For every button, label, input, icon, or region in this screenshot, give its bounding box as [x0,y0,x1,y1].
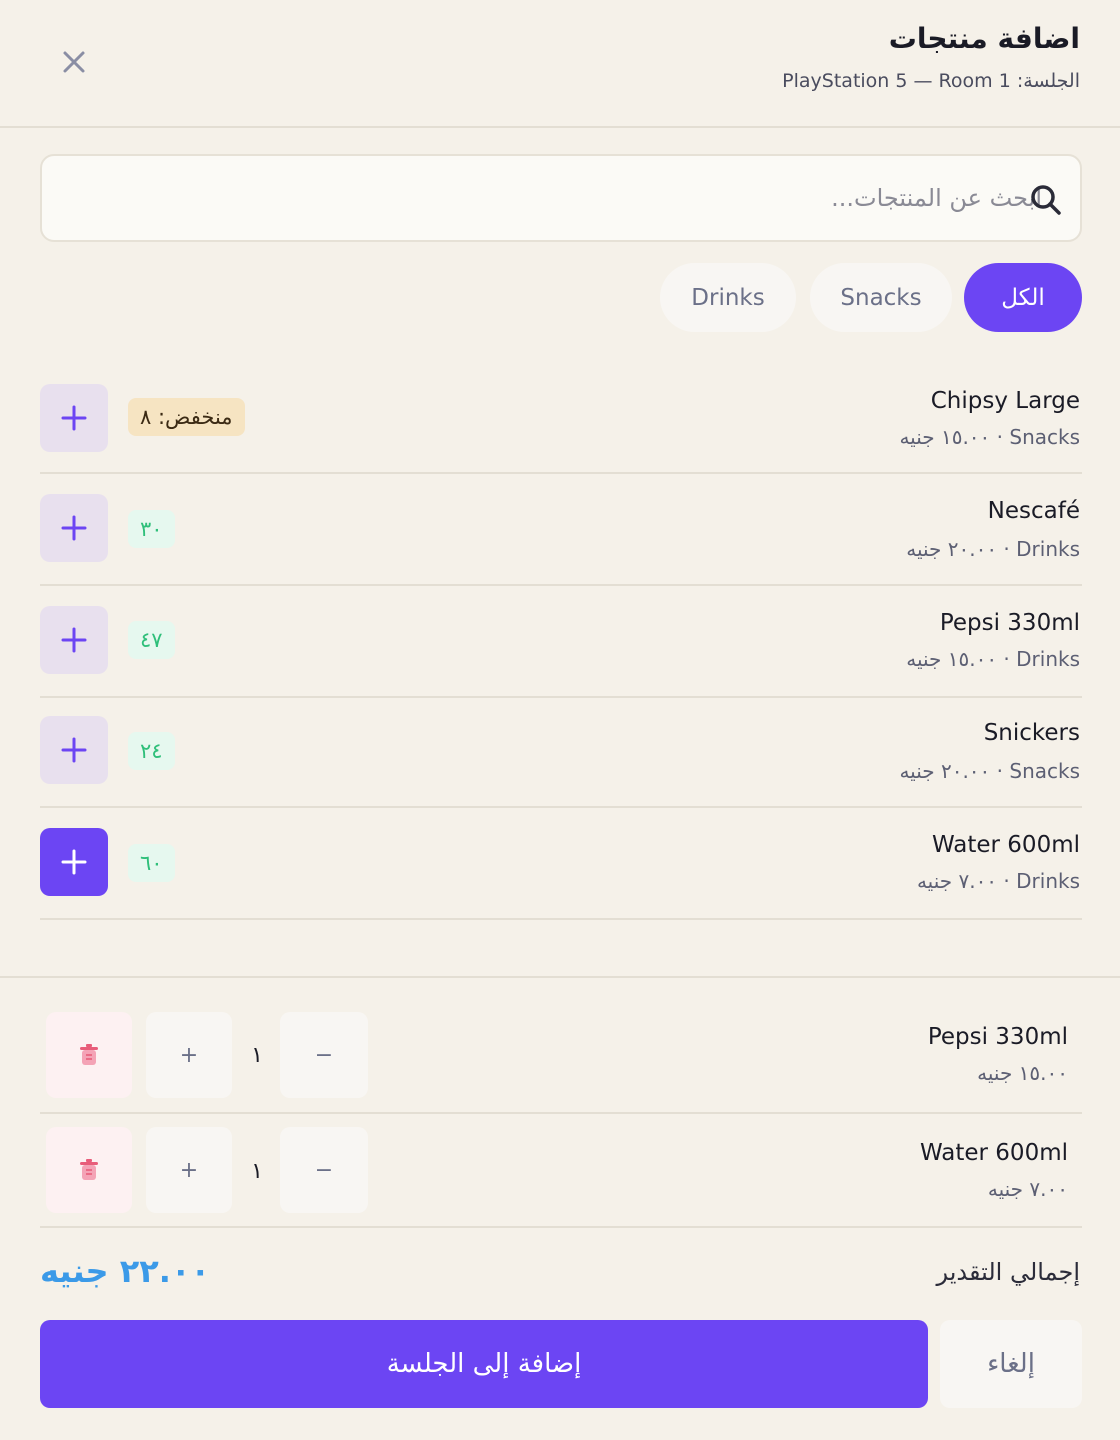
add-product-button[interactable] [40,384,108,452]
trash-icon [80,1159,98,1180]
total-value: ٢٢.٠٠ جنيه [40,1252,211,1290]
search-box [40,154,1082,242]
add-to-session-button[interactable]: إضافة إلى الجلسة [40,1320,928,1408]
row-divider [40,918,1082,920]
remove-item-button[interactable] [46,1012,132,1098]
add-product-button[interactable] [40,716,108,784]
product-name: Water 600ml [932,832,1080,858]
product-name: Nescafé [987,498,1080,524]
stock-badge: ٢٤ [128,732,175,770]
filter-chip-drinks[interactable]: Drinks [660,263,796,332]
add-product-button[interactable] [40,828,108,896]
plus-icon [61,627,87,653]
stock-badge: ٦٠ [128,844,175,882]
product-meta: Drinks · ٧.٠٠ جنيه [916,869,1080,893]
product-meta: Snacks · ٢٠.٠٠ جنيه [899,759,1080,783]
increase-quantity-button[interactable]: + [146,1012,232,1098]
remove-item-button[interactable] [46,1127,132,1213]
stock-badge-low: منخفض: ٨ [128,398,245,436]
product-name: Snickers [983,720,1080,746]
product-meta: Drinks · ١٥.٠٠ جنيه [906,647,1080,671]
product-meta: Drinks · ٢٠.٠٠ جنيه [906,537,1080,561]
plus-icon [61,405,87,431]
trash-icon [80,1044,98,1065]
decrease-quantity-button[interactable]: − [280,1012,368,1098]
quantity-value: ١ [251,1043,263,1068]
plus-icon [61,849,87,875]
total-label: إجمالي التقدير [936,1258,1080,1286]
row-divider [40,1112,1082,1114]
stock-badge: ٤٧ [128,621,175,659]
close-button[interactable] [54,42,94,82]
row-divider [40,472,1082,474]
row-divider [40,584,1082,586]
close-icon [63,51,85,73]
product-name: Pepsi 330ml [939,610,1080,636]
dialog-title: اضافة منتجات [888,22,1080,55]
row-divider [40,696,1082,698]
plus-icon [61,737,87,763]
row-divider [40,1226,1082,1228]
add-product-button[interactable] [40,494,108,562]
quantity-value: ١ [251,1159,263,1184]
cart-item-price: ١٥.٠٠ جنيه [977,1061,1068,1085]
row-divider [40,806,1082,808]
search-input[interactable] [62,156,1042,240]
cart-item-name: Water 600ml [920,1140,1068,1166]
increase-quantity-button[interactable]: + [146,1127,232,1213]
header-divider [0,126,1120,128]
plus-icon [61,515,87,541]
decrease-quantity-button[interactable]: − [280,1127,368,1213]
filter-chip-snacks[interactable]: Snacks [810,263,952,332]
cart-divider [0,976,1120,978]
product-name: Chipsy Large [930,388,1080,414]
stock-badge: ٣٠ [128,510,175,548]
search-icon [1031,185,1061,215]
cart-item-price: ٧.٠٠ جنيه [987,1177,1068,1201]
cancel-button[interactable]: إلغاء [940,1320,1082,1408]
filter-chip-all[interactable]: الكل [964,263,1082,332]
cart-item-name: Pepsi 330ml [927,1024,1068,1050]
session-subtitle: الجلسة: PlayStation 5 — Room 1 [782,70,1080,92]
add-product-button[interactable] [40,606,108,674]
product-meta: Snacks · ١٥.٠٠ جنيه [899,425,1080,449]
